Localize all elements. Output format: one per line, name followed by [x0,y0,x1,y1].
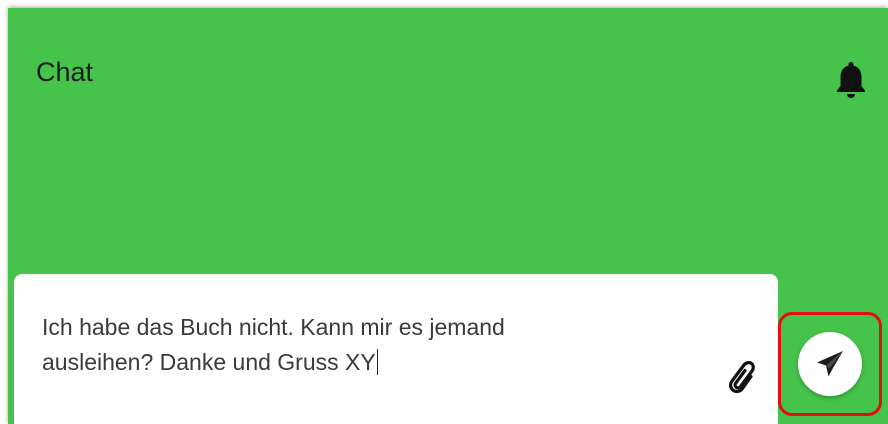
text-cursor [376,349,379,375]
chat-panel: Chat Ich habe das Buch nicht. Kann mir e… [8,8,888,424]
message-composer[interactable]: Ich habe das Buch nicht. Kann mir es jem… [14,274,778,424]
send-button[interactable] [798,332,862,396]
page-title: Chat [36,57,94,87]
chat-window: Chat Ich habe das Buch nicht. Kann mir e… [0,0,888,424]
message-text: Ich habe das Buch nicht. Kann mir es jem… [42,314,505,375]
paper-plane-icon [817,351,843,377]
message-input[interactable]: Ich habe das Buch nicht. Kann mir es jem… [42,310,682,380]
paperclip-icon[interactable] [722,356,756,396]
bell-icon[interactable] [834,60,868,100]
send-button-highlight [778,312,882,416]
